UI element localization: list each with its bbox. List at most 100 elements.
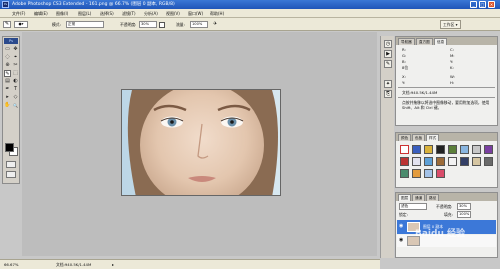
style-red[interactable] xyxy=(400,157,409,166)
style-water[interactable] xyxy=(424,157,433,166)
style-pink[interactable] xyxy=(436,169,445,178)
tab-paths[interactable]: 路径 xyxy=(426,194,440,201)
brush-tool-icon[interactable]: ✎ xyxy=(4,70,11,77)
lasso-tool-icon[interactable]: ◌ xyxy=(4,54,11,61)
style-light-blue[interactable] xyxy=(424,169,433,178)
tab-color[interactable]: 颜色 xyxy=(398,134,412,141)
menu-edit[interactable]: 编辑(E) xyxy=(34,9,48,18)
style-purple[interactable] xyxy=(484,145,493,154)
tab-swatches[interactable]: 色板 xyxy=(412,134,426,141)
eye-visibility-icon[interactable]: ◉ xyxy=(399,223,405,230)
menu-image[interactable]: 图像(I) xyxy=(56,9,68,18)
info-y-coord: Y: xyxy=(402,80,406,85)
info-panel: 导航器 直方图 信息 R: C: G: M: B: Y: 8位 K: X: W:… xyxy=(395,36,498,126)
style-green[interactable] xyxy=(448,145,457,154)
gradient-tool-icon[interactable]: ◐ xyxy=(12,78,19,85)
panel-dock-strip: ◷ ▶ ✎ ✦ ⎘ xyxy=(380,36,394,258)
close-button[interactable]: ✕ xyxy=(488,1,495,8)
style-silver[interactable] xyxy=(472,145,481,154)
layers-panel-tabs: 图层 通道 路径 xyxy=(396,193,497,201)
history-icon[interactable]: ◷ xyxy=(384,40,392,48)
menu-select[interactable]: 选择(S) xyxy=(100,9,114,18)
info-bit-depth: 8位 xyxy=(402,65,409,70)
status-arrow-icon[interactable]: ▸ xyxy=(112,261,117,268)
stamp-tool-icon[interactable]: ⬚ xyxy=(12,70,19,77)
screen-mode-button[interactable] xyxy=(6,171,16,178)
style-black[interactable] xyxy=(436,145,445,154)
airbrush-icon[interactable]: ✈ xyxy=(213,21,220,28)
eye-visibility-icon-2[interactable]: ◉ xyxy=(399,237,405,244)
zoom-level[interactable]: 66.67% xyxy=(4,260,18,269)
fill-input[interactable]: 100% xyxy=(457,211,471,218)
style-white[interactable] xyxy=(448,157,457,166)
eraser-tool-icon[interactable]: ▤ xyxy=(4,78,11,85)
menu-file[interactable]: 文件(F) xyxy=(12,9,25,18)
mode-select[interactable]: 正常 xyxy=(66,21,104,28)
brush-preset-picker[interactable]: ●▾ xyxy=(14,21,28,28)
style-blue[interactable] xyxy=(412,145,421,154)
style-gray[interactable] xyxy=(484,157,493,166)
zoom-tool-icon[interactable]: 🔍 xyxy=(12,102,19,109)
flow-label: 流量: xyxy=(176,22,185,27)
tablet-opacity-toggle[interactable] xyxy=(159,22,165,28)
minimize-button[interactable]: _ xyxy=(470,1,477,8)
tab-info[interactable]: 信息 xyxy=(434,38,448,45)
style-pale[interactable] xyxy=(412,157,421,166)
style-none[interactable] xyxy=(400,145,409,154)
maximize-button[interactable]: □ xyxy=(479,1,486,8)
slice-tool-icon[interactable]: ✂ xyxy=(12,62,19,69)
brushes-icon[interactable]: ✦ xyxy=(384,80,392,88)
style-sand[interactable] xyxy=(472,157,481,166)
tab-histogram[interactable]: 直方图 xyxy=(416,38,433,45)
style-wood[interactable] xyxy=(436,157,445,166)
tool-presets-icon[interactable]: ✎ xyxy=(384,60,392,68)
style-gold[interactable] xyxy=(424,145,433,154)
menu-filter[interactable]: 滤镜(T) xyxy=(122,9,136,18)
hand-tool-icon[interactable]: ✋ xyxy=(4,102,11,109)
menu-analysis[interactable]: 分析(A) xyxy=(144,9,158,18)
magic-wand-tool-icon[interactable]: ⌖ xyxy=(12,54,19,61)
info-y: Y: xyxy=(450,59,454,64)
style-orange[interactable] xyxy=(412,169,421,178)
options-bar: ✎ ●▾ 模式: 正常 不透明度: 30% 流量: 100% ✈ 工作区 ▾ xyxy=(0,18,500,31)
style-teal[interactable] xyxy=(400,169,409,178)
opacity-label: 不透明度: xyxy=(120,22,137,27)
crop-tool-icon[interactable]: ⊕ xyxy=(4,62,11,69)
info-tool-hint: 点按并拖移以将选中图像移动，要用附加选项，使用 Shift、Alt 和 Ctrl… xyxy=(402,100,490,110)
pen-tool-icon[interactable]: ✒ xyxy=(4,86,11,93)
style-sky[interactable] xyxy=(460,145,469,154)
marquee-tool-icon[interactable]: ▭ xyxy=(4,46,11,53)
menu-help[interactable]: 帮助(H) xyxy=(210,9,224,18)
tab-navigator[interactable]: 导航器 xyxy=(398,38,415,45)
move-tool-icon[interactable]: ✥ xyxy=(12,46,19,53)
layer-opacity-input[interactable]: 30% xyxy=(457,203,471,210)
type-tool-icon[interactable]: T xyxy=(12,86,19,93)
lock-label: 锁定: xyxy=(399,212,408,217)
watermark: Baidu 经验 xyxy=(415,229,466,239)
clone-source-icon[interactable]: ⎘ xyxy=(384,90,392,98)
brush-tool-icon[interactable]: ✎ xyxy=(3,21,11,28)
toolbox: Ps ▭ ✥ ◌ ⌖ ⊕ ✂ ✎ ⬚ ▤ ◐ ✒ T ▸ ◇ ✋ 🔍 xyxy=(2,36,20,184)
blend-mode-select[interactable]: 滤色 xyxy=(399,203,427,210)
workspace-menu[interactable]: 工作区 ▾ xyxy=(440,20,461,29)
foreground-color-swatch[interactable] xyxy=(5,143,14,152)
style-navy[interactable] xyxy=(460,157,469,166)
menu-bar: 文件(F) 编辑(E) 图像(I) 图层(L) 选择(S) 滤镜(T) 分析(A… xyxy=(0,9,500,18)
tab-channels[interactable]: 通道 xyxy=(412,194,426,201)
layer-opacity-label: 不透明度: xyxy=(436,204,453,209)
status-bar: 66.67% 文档:940.5K/1.44M ▸ xyxy=(0,259,380,269)
shape-tool-icon[interactable]: ◇ xyxy=(12,94,19,101)
path-select-tool-icon[interactable]: ▸ xyxy=(4,94,11,101)
portrait-photo xyxy=(122,90,280,195)
tab-styles[interactable]: 样式 xyxy=(426,134,440,141)
menu-view[interactable]: 视图(V) xyxy=(166,9,180,18)
window-title: Adobe Photoshop CS3 Extended - 161.png @… xyxy=(12,2,175,7)
menu-layer[interactable]: 图层(L) xyxy=(78,9,91,18)
actions-icon[interactable]: ▶ xyxy=(384,50,392,58)
quick-mask-button[interactable] xyxy=(6,161,16,168)
flow-input[interactable]: 100% xyxy=(190,21,208,28)
document-image[interactable] xyxy=(121,89,281,196)
opacity-input[interactable]: 30% xyxy=(139,21,157,28)
menu-window[interactable]: 窗口(W) xyxy=(188,9,203,18)
tab-layers[interactable]: 图层 xyxy=(398,194,412,201)
